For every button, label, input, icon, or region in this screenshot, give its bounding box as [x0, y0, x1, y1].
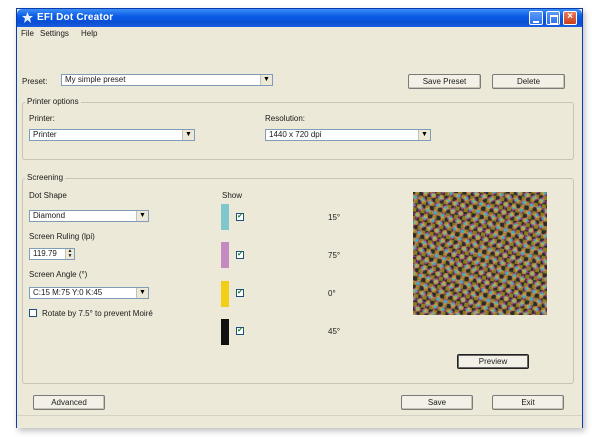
black-angle: 45°: [328, 327, 341, 336]
exit-button[interactable]: Exit: [492, 395, 564, 410]
chevron-down-icon: ▼: [136, 211, 148, 221]
screen-ruling-value: 119.79: [33, 249, 57, 258]
screening-title: Screening: [25, 173, 66, 182]
maximize-button[interactable]: [546, 11, 560, 25]
menu-settings[interactable]: Settings: [40, 29, 69, 38]
resolution-value: 1440 x 720 dpi: [269, 130, 322, 139]
chevron-down-icon: ▼: [136, 288, 148, 298]
rotate-checkbox[interactable]: [29, 309, 37, 317]
yellow-show-checkbox[interactable]: ✔: [236, 289, 244, 297]
screen-angle-dropdown[interactable]: C:15 M:75 Y:0 K:45 ▼: [29, 287, 149, 299]
preset-dropdown[interactable]: My simple preset ▼: [61, 74, 273, 86]
printer-options-title: Printer options: [25, 97, 81, 106]
menu-help[interactable]: Help: [81, 29, 97, 38]
screen-angle-label: Screen Angle (°): [29, 270, 88, 279]
show-label: Show: [222, 191, 243, 200]
minimize-button[interactable]: [529, 11, 543, 25]
delete-button[interactable]: Delete: [492, 74, 565, 89]
close-button[interactable]: ×: [563, 11, 577, 25]
save-button[interactable]: Save: [401, 395, 473, 410]
status-bar: [17, 415, 582, 428]
preset-value: My simple preset: [65, 75, 126, 84]
screen-angle-value: C:15 M:75 Y:0 K:45: [33, 288, 103, 297]
screen-ruling-stepper[interactable]: 119.79 ▲ ▼: [29, 248, 75, 260]
cyan-swatch: [221, 204, 229, 230]
printer-dropdown[interactable]: Printer ▼: [29, 129, 195, 141]
menu-bar: File Settings Help: [17, 27, 582, 41]
dot-shape-value: Diamond: [33, 211, 66, 220]
magenta-show-checkbox[interactable]: ✔: [236, 251, 244, 259]
yellow-angle: 0°: [328, 289, 336, 298]
screen-ruling-label: Screen Ruling (lpi): [29, 232, 95, 241]
dot-shape-label: Dot Shape: [29, 191, 67, 200]
rotate-label: Rotate by 7.5° to prevent Moiré: [42, 309, 153, 318]
close-icon: ×: [567, 11, 573, 22]
preset-label: Preset:: [22, 77, 48, 86]
chevron-down-icon: ▼: [418, 130, 430, 140]
minimize-icon: [533, 21, 539, 23]
maximize-icon: [550, 15, 558, 24]
menu-file[interactable]: File: [21, 29, 34, 38]
magenta-angle: 75°: [328, 251, 341, 260]
printer-value: Printer: [33, 130, 57, 139]
resolution-dropdown[interactable]: 1440 x 720 dpi ▼: [265, 129, 431, 141]
magenta-swatch: [221, 242, 229, 268]
app-window: EFI Dot Creator × File Settings Help Pre…: [16, 8, 583, 428]
chevron-down-icon: ▼: [260, 75, 272, 85]
yellow-swatch: [221, 281, 229, 307]
app-icon: [22, 12, 33, 23]
preview-button[interactable]: Preview: [457, 354, 529, 369]
dot-shape-dropdown[interactable]: Diamond ▼: [29, 210, 149, 222]
advanced-button[interactable]: Advanced: [33, 395, 105, 410]
cyan-angle: 15°: [328, 213, 341, 222]
resolution-label: Resolution:: [265, 114, 306, 123]
chevron-down-icon: ▼: [182, 130, 194, 140]
cyan-show-checkbox[interactable]: ✔: [236, 213, 244, 221]
black-swatch: [221, 319, 229, 345]
save-preset-button[interactable]: Save Preset: [408, 74, 481, 89]
black-show-checkbox[interactable]: ✔: [236, 327, 244, 335]
title-bar[interactable]: EFI Dot Creator ×: [17, 9, 582, 27]
spin-arrows-icon[interactable]: ▲ ▼: [65, 249, 74, 259]
main-content: Preset: My simple preset ▼ Save Preset D…: [17, 41, 582, 427]
window-title: EFI Dot Creator: [37, 12, 114, 23]
screen-preview-image: [413, 192, 547, 315]
printer-label: Printer:: [29, 114, 55, 123]
